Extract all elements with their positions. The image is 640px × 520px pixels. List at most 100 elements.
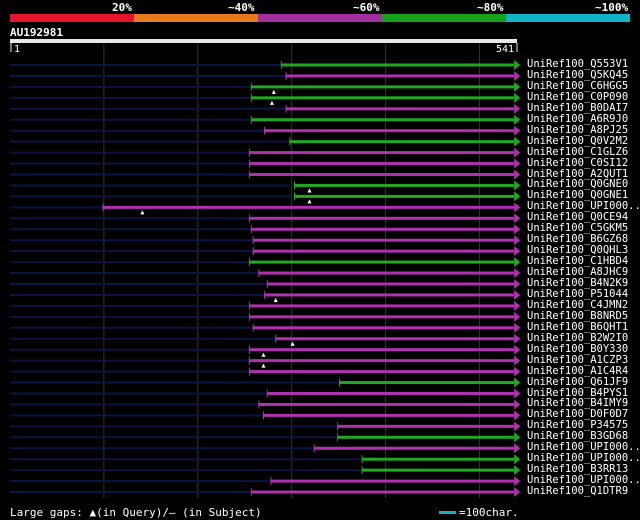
- hit-alignment-bar: [258, 271, 515, 275]
- hit-label[interactable]: UniRef100_C0SI12: [527, 157, 628, 169]
- hit-end-arrow: [514, 311, 521, 322]
- hit-alignment-bar: [251, 118, 515, 122]
- hit-alignment-bar: [264, 293, 515, 297]
- query-gap-marker: [273, 297, 278, 302]
- hit-label[interactable]: UniRef100_Q0V2M2: [527, 135, 628, 147]
- query-gap-marker: [261, 363, 266, 368]
- hit-end-arrow: [514, 147, 521, 158]
- hit-label[interactable]: UniRef100_Q61JF9: [527, 376, 628, 388]
- hit-alignment-bar: [249, 370, 515, 374]
- hit-end-arrow: [514, 366, 521, 377]
- hit-end-arrow: [514, 257, 521, 268]
- query-gap-marker: [269, 100, 274, 105]
- query-gap-marker: [261, 352, 266, 357]
- hit-alignment-bar: [253, 238, 515, 242]
- query-bar: [10, 39, 517, 43]
- hit-alignment-bar: [271, 479, 515, 483]
- hit-end-arrow: [514, 443, 521, 454]
- hit-alignment-bar: [249, 162, 515, 166]
- hit-end-arrow: [514, 103, 521, 114]
- hit-alignment-bar: [263, 413, 515, 417]
- hit-alignment-bar: [267, 392, 515, 395]
- hit-end-arrow: [514, 136, 521, 147]
- hit-alignment-bar: [362, 468, 515, 472]
- hit-end-arrow: [514, 213, 521, 224]
- hit-alignment-bar: [267, 282, 515, 286]
- hit-end-arrow: [514, 60, 521, 70]
- hit-alignment-bar: [289, 140, 515, 144]
- hit-alignment-bar: [275, 337, 515, 341]
- hit-alignment-bar: [253, 249, 515, 253]
- hit-alignment-bar: [249, 304, 515, 308]
- hit-end-arrow: [514, 465, 521, 476]
- hit-alignment-bar: [251, 96, 515, 100]
- hit-alignment-bar: [251, 85, 515, 89]
- hit-end-arrow: [514, 421, 521, 432]
- hit-label[interactable]: UniRef100_Q1DTR9: [527, 486, 628, 497]
- query-gap-marker: [307, 188, 312, 193]
- query-gap-marker: [307, 199, 312, 204]
- hit-alignment-bar: [264, 129, 515, 133]
- hit-end-arrow: [514, 158, 521, 169]
- hit-alignment-bar: [249, 348, 515, 352]
- hit-end-arrow: [514, 487, 521, 498]
- hit-end-arrow: [514, 432, 521, 443]
- hit-alignment-bar: [339, 381, 515, 385]
- hit-label[interactable]: UniRef100_A1CZP3: [527, 354, 628, 366]
- hit-alignment-bar: [249, 315, 515, 319]
- hit-alignment-bar: [294, 194, 515, 198]
- hit-alignment-bar: [294, 183, 515, 187]
- hit-end-arrow: [514, 333, 521, 344]
- hit-end-arrow: [514, 388, 521, 399]
- hit-alignment-bar: [337, 424, 515, 428]
- hit-alignment-bar: [253, 326, 515, 330]
- hit-end-arrow: [514, 70, 521, 81]
- hit-end-arrow: [514, 322, 521, 333]
- scale-bar: [439, 511, 456, 514]
- hit-end-arrow: [514, 169, 521, 180]
- hit-end-arrow: [514, 344, 521, 355]
- query-gap-marker: [271, 89, 276, 94]
- gap-legend: Large gaps: ▲(in Query)/– (in Subject): [10, 506, 262, 519]
- hit-alignment-bar: [249, 216, 515, 220]
- hit-alignment-bar: [251, 490, 515, 494]
- hit-alignment-bar: [249, 151, 515, 155]
- hit-alignment-bar: [251, 227, 515, 231]
- hit-end-arrow: [514, 81, 521, 92]
- hit-end-arrow: [514, 180, 521, 191]
- hit-alignment-bar: [337, 435, 515, 439]
- hit-end-arrow: [514, 410, 521, 421]
- hit-end-arrow: [514, 191, 521, 202]
- hit-end-arrow: [514, 224, 521, 235]
- hit-end-arrow: [514, 125, 521, 136]
- hit-end-arrow: [514, 289, 521, 300]
- hit-end-arrow: [514, 355, 521, 366]
- hit-alignment-bar: [286, 74, 515, 78]
- hit-end-arrow: [514, 92, 521, 103]
- hit-end-arrow: [514, 300, 521, 311]
- hit-alignment-bar: [314, 446, 515, 450]
- hit-end-arrow: [514, 268, 521, 279]
- hit-label[interactable]: UniRef100_C1GLZ6: [527, 146, 628, 158]
- hit-end-arrow: [514, 399, 521, 410]
- query-end-label: 541: [496, 44, 514, 55]
- hit-end-arrow: [514, 114, 521, 125]
- hit-end-arrow: [514, 279, 521, 289]
- hit-end-arrow: [514, 454, 521, 465]
- hit-end-arrow: [514, 235, 521, 246]
- hit-end-arrow: [514, 202, 521, 213]
- hit-alignment-bar: [249, 359, 515, 363]
- hit-alignment-bar: [102, 205, 515, 209]
- hit-alignment-bar: [258, 402, 515, 406]
- hit-end-arrow: [514, 377, 521, 388]
- blast-graphic: 20% ~40% ~60% ~80% ~100% AU192981 1 541 U…: [0, 0, 640, 520]
- hit-alignment-bar: [281, 63, 515, 67]
- hit-alignment-bar: [249, 260, 515, 264]
- hit-label[interactable]: UniRef100_A1C4R4: [527, 365, 628, 377]
- hit-end-arrow: [514, 476, 521, 487]
- query-gap-marker: [140, 210, 145, 215]
- scale-label: =100char.: [459, 506, 519, 519]
- query-start-label: 1: [14, 44, 20, 55]
- hit-alignment-bar: [362, 457, 515, 461]
- hit-alignment-bar: [286, 107, 515, 111]
